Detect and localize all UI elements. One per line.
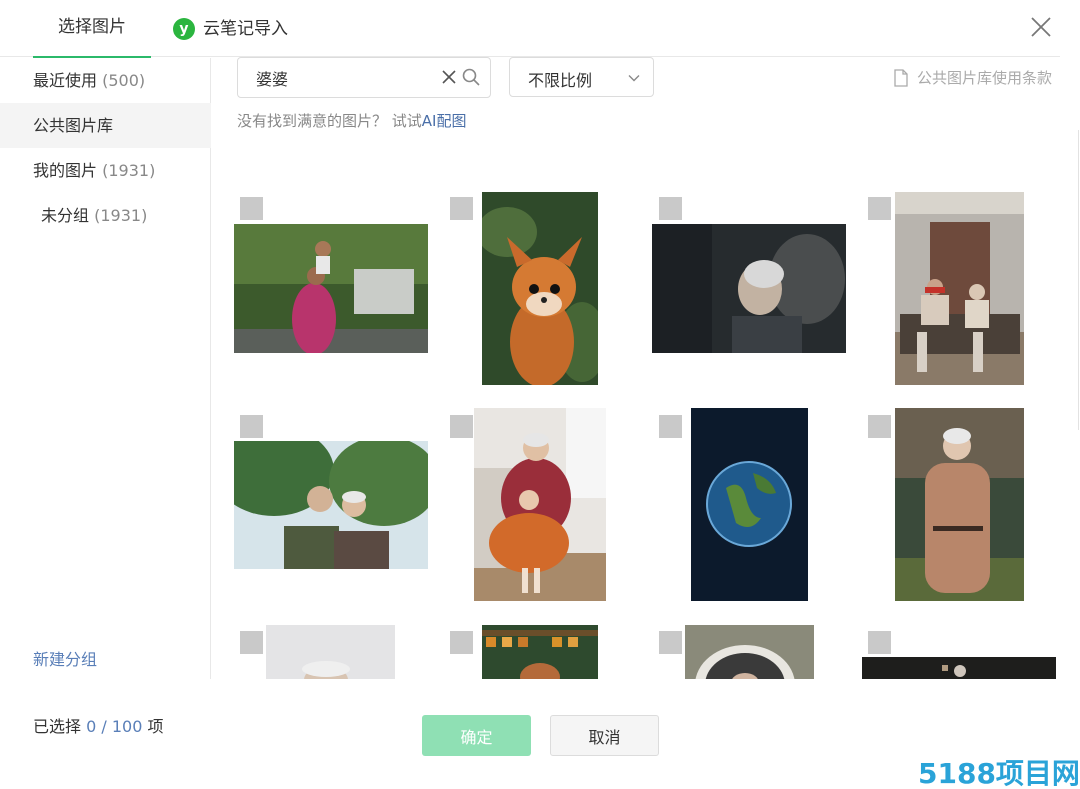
confirm-button[interactable]: 确定 — [422, 715, 531, 756]
image-checkbox[interactable] — [868, 415, 891, 438]
ratio-select-value: 不限比例 — [528, 71, 593, 90]
cancel-button[interactable]: 取消 — [550, 715, 659, 756]
image-checkbox[interactable] — [868, 631, 891, 654]
sidebar-item-count: (1931) — [102, 161, 156, 180]
image-checkbox[interactable] — [659, 415, 682, 438]
document-icon — [894, 68, 908, 87]
sidebar-item-label: 未分组 — [41, 206, 90, 225]
selected-value: 0 / 100 — [86, 717, 143, 736]
search-icon[interactable] — [461, 67, 481, 87]
image-thumbnail[interactable] — [862, 657, 1056, 679]
image-checkbox[interactable] — [240, 415, 263, 438]
image-checkbox[interactable] — [240, 197, 263, 220]
image-thumbnail[interactable] — [895, 192, 1024, 385]
image-checkbox[interactable] — [450, 197, 473, 220]
tab-bar: 选择图片 y 云笔记导入 — [0, 0, 1060, 58]
image-thumbnail[interactable] — [652, 224, 846, 353]
ai-image-link[interactable]: AI配图 — [422, 112, 467, 130]
sidebar-item-my-images[interactable]: 我的图片 (1931) — [0, 148, 211, 193]
sidebar-item-ungrouped[interactable]: 未分组 (1931) — [0, 193, 211, 238]
sidebar: 最近使用 (500) 公共图片库 我的图片 (1931) 未分组 (1931) … — [0, 58, 211, 679]
tab-cloud-note-import[interactable]: y 云笔记导入 — [173, 0, 288, 57]
sidebar-item-recent[interactable]: 最近使用 (500) — [0, 58, 211, 103]
image-thumbnail[interactable] — [482, 192, 598, 385]
selected-prefix: 已选择 — [33, 717, 87, 736]
image-thumbnail[interactable] — [234, 441, 428, 569]
image-thumbnail[interactable] — [685, 625, 814, 679]
image-checkbox[interactable] — [450, 631, 473, 654]
selected-count: 已选择 0 / 100 项 — [33, 713, 163, 737]
tab-cloud-note-import-label: 云笔记导入 — [203, 18, 288, 39]
image-checkbox[interactable] — [659, 197, 682, 220]
sidebar-item-public-library[interactable]: 公共图片库 — [0, 103, 211, 148]
image-grid — [212, 135, 1080, 679]
sidebar-item-count: (500) — [102, 71, 146, 90]
image-checkbox[interactable] — [868, 197, 891, 220]
image-thumbnail[interactable] — [895, 408, 1024, 601]
image-checkbox[interactable] — [450, 415, 473, 438]
image-thumbnail[interactable] — [234, 224, 428, 353]
image-thumbnail[interactable] — [691, 408, 808, 601]
ratio-select[interactable]: 不限比例 — [509, 57, 654, 97]
image-thumbnail[interactable] — [474, 408, 606, 601]
image-thumbnail[interactable] — [266, 625, 395, 679]
search-input[interactable] — [256, 67, 426, 89]
terms-label: 公共图片库使用条款 — [917, 69, 1053, 87]
image-thumbnail[interactable] — [482, 625, 598, 679]
new-group-link[interactable]: 新建分组 — [33, 646, 97, 670]
selected-suffix: 项 — [142, 717, 164, 736]
sidebar-item-count: (1931) — [94, 206, 148, 225]
tab-select-image[interactable]: 选择图片 — [33, 0, 151, 58]
watermark: 5188项目网 — [918, 757, 1080, 789]
clear-icon[interactable] — [440, 68, 458, 86]
close-icon[interactable] — [1026, 12, 1056, 42]
youdao-note-icon: y — [173, 17, 195, 40]
image-checkbox[interactable] — [240, 631, 263, 654]
sidebar-item-label: 最近使用 — [33, 71, 98, 90]
sidebar-item-label: 我的图片 — [33, 161, 98, 180]
image-checkbox[interactable] — [659, 631, 682, 654]
chevron-down-icon — [628, 75, 640, 82]
sidebar-item-label: 公共图片库 — [33, 116, 114, 135]
hint-text: 没有找到满意的图片？ 试试 — [237, 112, 422, 130]
no-result-hint: 没有找到满意的图片？ 试试AI配图 — [237, 110, 466, 131]
public-library-terms-link[interactable]: 公共图片库使用条款 — [893, 67, 1052, 88]
